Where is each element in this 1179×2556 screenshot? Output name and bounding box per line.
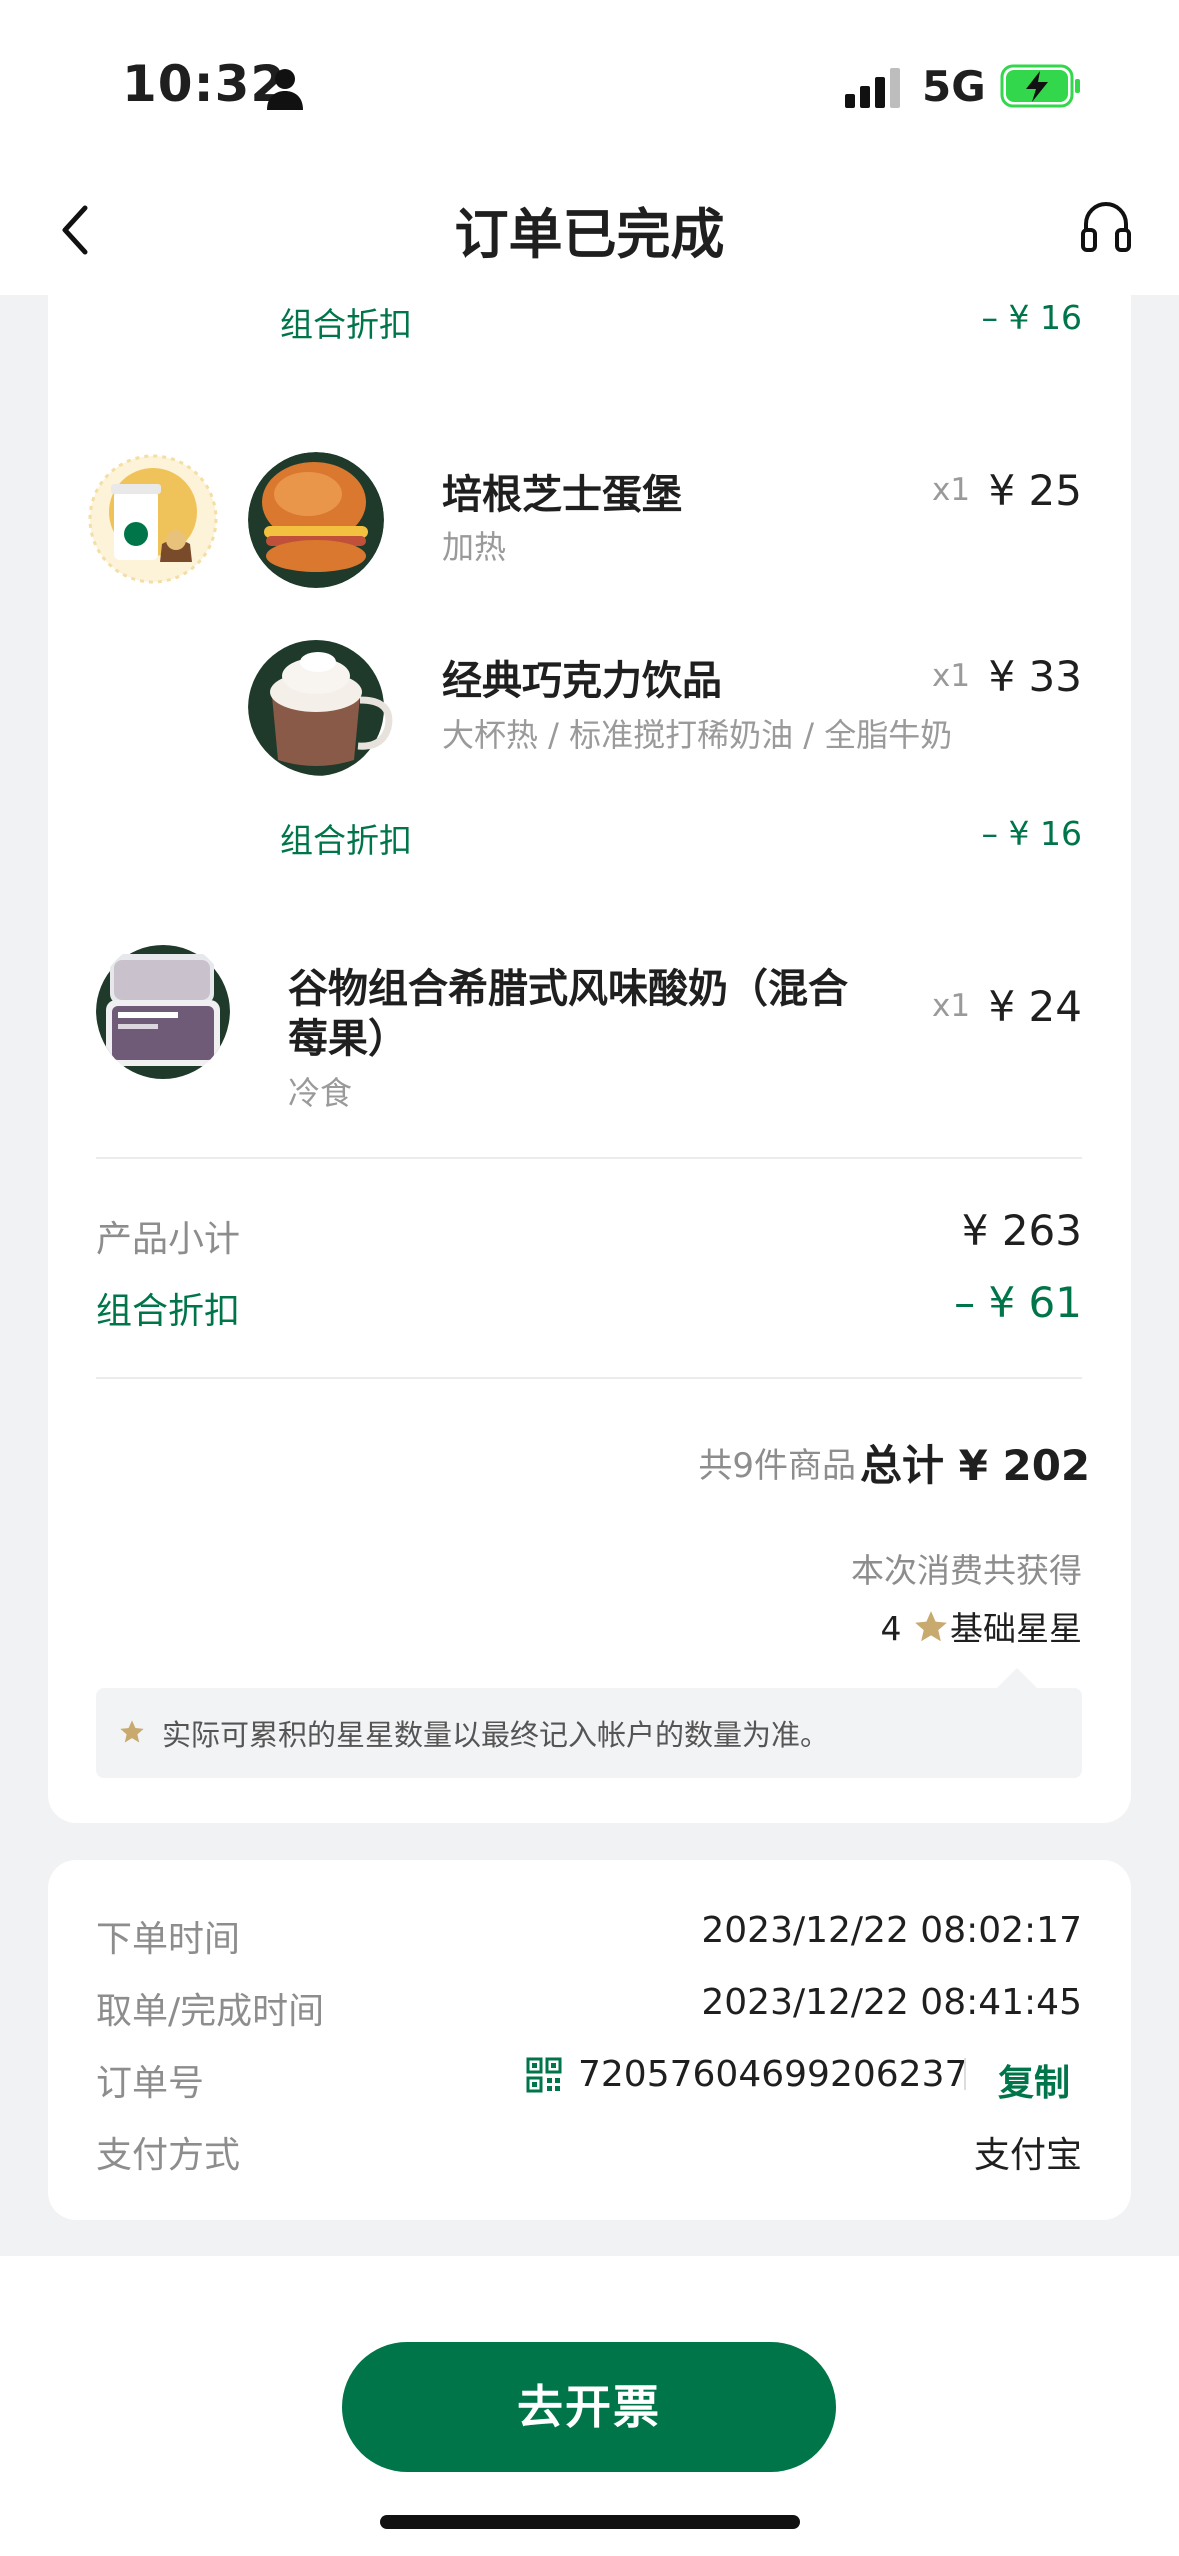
item-yogurt-price: ¥ 24 — [988, 982, 1082, 1031]
sandwich-image — [248, 452, 384, 588]
stars-note-box: 实际可累积的星星数量以最终记入帐户的数量为准。 — [96, 1688, 1082, 1778]
divider — [96, 1157, 1082, 1159]
order-time-value: 2023/12/22 08:02:17 — [701, 1910, 1082, 1951]
qr-code-icon[interactable] — [526, 2057, 562, 2093]
subtotal-label: 产品小计 — [96, 1219, 241, 1260]
invoice-button[interactable]: 去开票 — [342, 2342, 836, 2472]
battery-charging-icon — [1000, 64, 1080, 108]
subtotal-value: ¥ 263 — [961, 1206, 1082, 1255]
item-chocolate-name: 经典巧克力饮品 — [442, 658, 722, 704]
divider — [96, 1377, 1082, 1379]
order-total: 总计 ¥ 202 — [860, 1441, 1091, 1490]
star-icon — [915, 1611, 947, 1642]
status-time: 10:32 — [122, 55, 287, 113]
item-chocolate-options: 大杯热 / 标准搅打稀奶油 / 全脂牛奶 — [442, 716, 953, 754]
combo-discount-value: – ¥ 61 — [954, 1278, 1082, 1327]
order-time-label: 下单时间 — [96, 1919, 241, 1960]
payment-method-value: 支付宝 — [973, 2135, 1082, 2176]
item-sandwich-options: 加热 — [442, 528, 507, 566]
payment-method-label: 支付方式 — [96, 2135, 241, 2176]
group1-discount-amount: – ¥ 16 — [981, 298, 1082, 337]
stars-label: 基础星星 — [950, 1609, 1082, 1648]
home-indicator — [380, 2515, 800, 2529]
copy-button[interactable]: 复制 — [998, 2054, 1070, 2106]
item-chocolate-price: ¥ 33 — [988, 652, 1082, 701]
item-yogurt-options: 冷食 — [288, 1074, 353, 1112]
star-icon — [120, 1720, 144, 1743]
stars-count: 4 — [880, 1609, 902, 1648]
item-sandwich-price: ¥ 25 — [988, 466, 1082, 515]
hot-chocolate-image — [248, 640, 393, 776]
order-number-label: 订单号 — [96, 2063, 205, 2104]
combo-discount-label: 组合折扣 — [96, 1291, 241, 1332]
copy-divider — [964, 2058, 966, 2090]
stars-note-text: 实际可累积的星星数量以最终记入帐户的数量为准。 — [162, 1718, 830, 1752]
complete-time-value: 2023/12/22 08:41:45 — [701, 1982, 1082, 2023]
yogurt-image — [96, 945, 230, 1079]
item-sandwich-name: 培根芝士蛋堡 — [442, 472, 682, 518]
page-title: 订单已完成 — [454, 203, 725, 266]
group2-discount-amount: – ¥ 16 — [981, 814, 1082, 853]
note-pointer — [995, 1668, 1039, 1690]
signal-icon — [845, 68, 900, 108]
combo-badge-icon — [88, 454, 218, 584]
group1-discount-label: 组合折扣 — [280, 305, 412, 344]
person-icon — [267, 69, 303, 110]
complete-time-label: 取单/完成时间 — [96, 1991, 325, 2032]
stars-earned-row: 4 基础星星 — [700, 1602, 1083, 1650]
item-yogurt-name-line2: 莓果） — [288, 1016, 408, 1062]
item-count: 共9件商品 — [698, 1446, 856, 1486]
stars-earned-title: 本次消费共获得 — [851, 1551, 1082, 1590]
headset-icon[interactable] — [1080, 200, 1132, 255]
order-number-value[interactable]: 72057604699206237 — [578, 2054, 967, 2095]
network-type: 5G — [922, 62, 986, 111]
group2-discount-label: 组合折扣 — [280, 821, 412, 860]
